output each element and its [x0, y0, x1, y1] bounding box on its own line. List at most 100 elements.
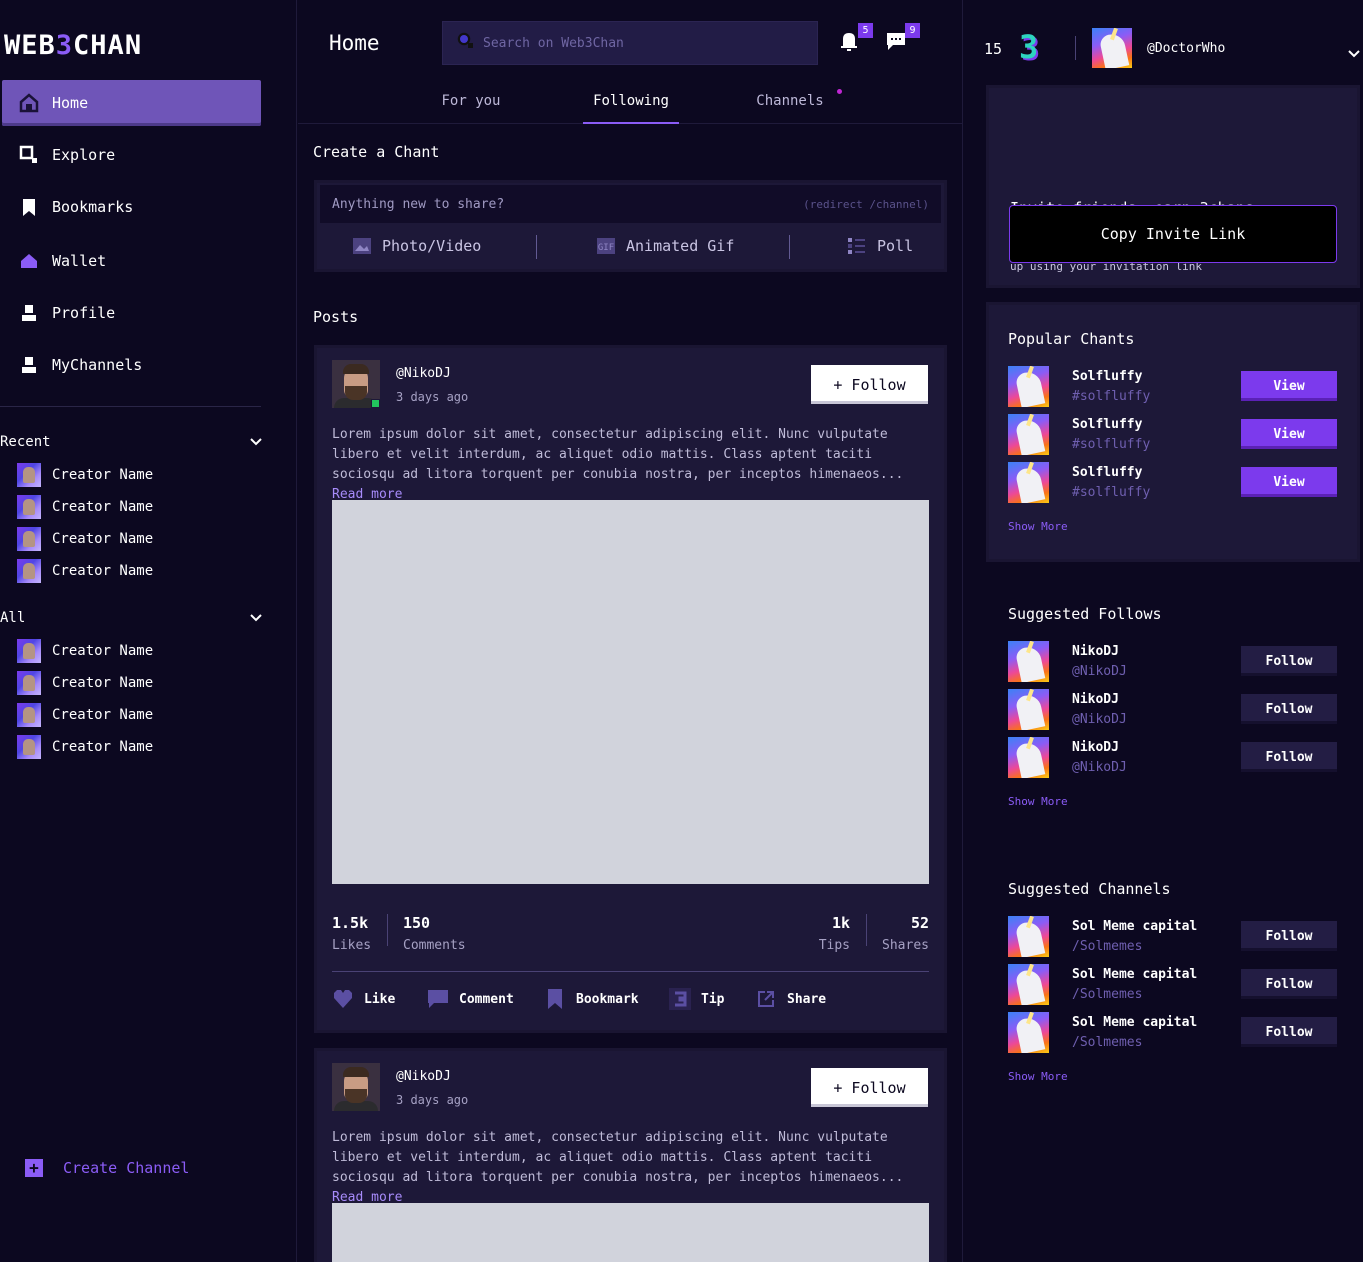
suggested-channel-item: Sol Meme capital /Solmemes Follow — [1008, 964, 1337, 1006]
bookmark-button[interactable]: Bookmark — [544, 988, 639, 1010]
recent-section-header[interactable]: Recent — [0, 434, 262, 450]
tab-for-you-label: For you — [441, 93, 501, 109]
comment-button[interactable]: Comment — [427, 988, 514, 1010]
search-bar[interactable] — [442, 21, 818, 65]
photo-video-label: Photo/Video — [382, 237, 482, 255]
follow-button[interactable]: Follow — [1241, 921, 1337, 951]
composer-placeholder: Anything new to share? — [332, 196, 505, 212]
tab-for-you[interactable]: For you — [431, 80, 511, 124]
nav-profile[interactable]: Profile — [2, 290, 261, 336]
likes-count: 1.5k — [332, 914, 369, 932]
post-timestamp: 3 days ago — [396, 1093, 469, 1107]
chevron-down-icon[interactable] — [1348, 43, 1360, 62]
search-icon — [18, 144, 40, 166]
search-input[interactable] — [483, 35, 783, 51]
channel-avatar[interactable] — [1008, 916, 1049, 957]
creator-name: Creator Name — [52, 707, 154, 723]
like-button[interactable]: Like — [332, 988, 395, 1010]
nav-bookmarks[interactable]: Bookmarks — [2, 184, 261, 230]
stat-divider — [866, 914, 867, 946]
chevron-down-icon[interactable] — [250, 610, 262, 626]
user-avatar[interactable] — [1092, 28, 1132, 68]
post-body: Lorem ipsum dolor sit amet, consectetur … — [332, 425, 932, 505]
user-handle[interactable]: @DoctorWho — [1147, 41, 1225, 56]
poll-button[interactable]: Poll — [847, 237, 913, 255]
photo-video-button[interactable]: Photo/Video — [352, 237, 481, 255]
copy-invite-link-button[interactable]: Copy Invite Link — [1009, 205, 1337, 263]
all-creator-item[interactable]: Creator Name — [17, 703, 153, 727]
creator-avatar — [17, 495, 41, 519]
creator-avatar — [17, 703, 41, 727]
post-media[interactable] — [332, 500, 929, 884]
share-button[interactable]: Share — [755, 988, 826, 1010]
user-handle: @NikoDJ — [1072, 760, 1127, 775]
comment-label: Comment — [459, 991, 514, 1007]
bookmark-icon — [18, 196, 40, 218]
animated-gif-button[interactable]: GIF Animated Gif — [596, 237, 734, 255]
shares-label: Shares — [882, 938, 929, 953]
tip-button[interactable]: Tip — [669, 988, 724, 1010]
follow-button[interactable]: Follow — [1241, 694, 1337, 724]
shares-stat: 52 Shares — [881, 914, 929, 953]
tab-channels[interactable]: Channels — [750, 80, 842, 124]
post-author-avatar[interactable] — [332, 1063, 380, 1111]
post-author-handle[interactable]: @NikoDJ — [396, 1069, 451, 1084]
composer-input[interactable]: Anything new to share? (redirect /channe… — [320, 185, 941, 223]
recent-creator-item[interactable]: Creator Name — [17, 559, 153, 583]
show-more-link[interactable]: Show More — [1008, 520, 1068, 533]
follow-button[interactable]: + Follow — [811, 1068, 928, 1107]
all-creator-item[interactable]: Creator Name — [17, 639, 153, 663]
logo-text-chan: CHAN — [73, 30, 143, 61]
user-avatar[interactable] — [1008, 689, 1049, 730]
stat-divider — [387, 914, 388, 946]
all-creator-item[interactable]: Creator Name — [17, 735, 153, 759]
recent-title: Recent — [0, 434, 51, 450]
recent-creator-item[interactable]: Creator Name — [17, 463, 153, 487]
nav-wallet-label: Wallet — [52, 252, 107, 270]
show-more-link[interactable]: Show More — [1008, 1070, 1068, 1083]
channel-avatar[interactable] — [1008, 964, 1049, 1005]
animated-gif-label: Animated Gif — [626, 237, 735, 255]
all-creator-item[interactable]: Creator Name — [17, 671, 153, 695]
app-logo[interactable]: WEB3CHAN — [4, 30, 143, 61]
show-more-link[interactable]: Show More — [1008, 795, 1068, 808]
online-status-indicator — [371, 399, 380, 408]
recent-creator-item[interactable]: Creator Name — [17, 527, 153, 551]
follow-button[interactable]: Follow — [1241, 1017, 1337, 1047]
suggested-channel-item: Sol Meme capital /Solmemes Follow — [1008, 916, 1337, 958]
bookmark-icon — [544, 988, 566, 1010]
suggested-follow-item: NikoDJ @NikoDJ Follow — [1008, 689, 1337, 731]
chant-avatar[interactable] — [1008, 414, 1049, 455]
user-avatar[interactable] — [1008, 641, 1049, 682]
recent-creator-item[interactable]: Creator Name — [17, 495, 153, 519]
all-section-header[interactable]: All — [0, 610, 262, 626]
tab-following[interactable]: Following — [583, 80, 679, 124]
view-button[interactable]: View — [1241, 371, 1337, 401]
post-author-handle[interactable]: @NikoDJ — [396, 366, 451, 381]
nav-home[interactable]: Home — [2, 80, 261, 126]
chant-avatar[interactable] — [1008, 366, 1049, 407]
nav-explore[interactable]: Explore — [2, 132, 261, 178]
nav-wallet[interactable]: Wallet — [2, 238, 261, 284]
creator-avatar — [17, 671, 41, 695]
tab-following-label: Following — [593, 93, 669, 109]
composer-divider — [789, 235, 790, 259]
likes-label: Likes — [332, 938, 372, 953]
creator-name: Creator Name — [52, 739, 154, 755]
notifications-button[interactable]: 5 — [838, 23, 873, 52]
chant-avatar[interactable] — [1008, 462, 1049, 503]
view-button[interactable]: View — [1241, 467, 1337, 497]
messages-button[interactable]: 9 — [885, 23, 920, 52]
follow-button[interactable]: + Follow — [811, 365, 928, 404]
shares-count: 52 — [910, 914, 929, 932]
channel-avatar[interactable] — [1008, 1012, 1049, 1053]
chevron-down-icon[interactable] — [250, 434, 262, 450]
follow-button[interactable]: Follow — [1241, 969, 1337, 999]
create-channel-button[interactable]: + Create Channel — [25, 1159, 189, 1177]
user-avatar[interactable] — [1008, 737, 1049, 778]
follow-button[interactable]: Follow — [1241, 742, 1337, 772]
post-media[interactable] — [332, 1203, 929, 1262]
follow-button[interactable]: Follow — [1241, 646, 1337, 676]
nav-mychannels[interactable]: MyChannels — [2, 342, 261, 388]
view-button[interactable]: View — [1241, 419, 1337, 449]
